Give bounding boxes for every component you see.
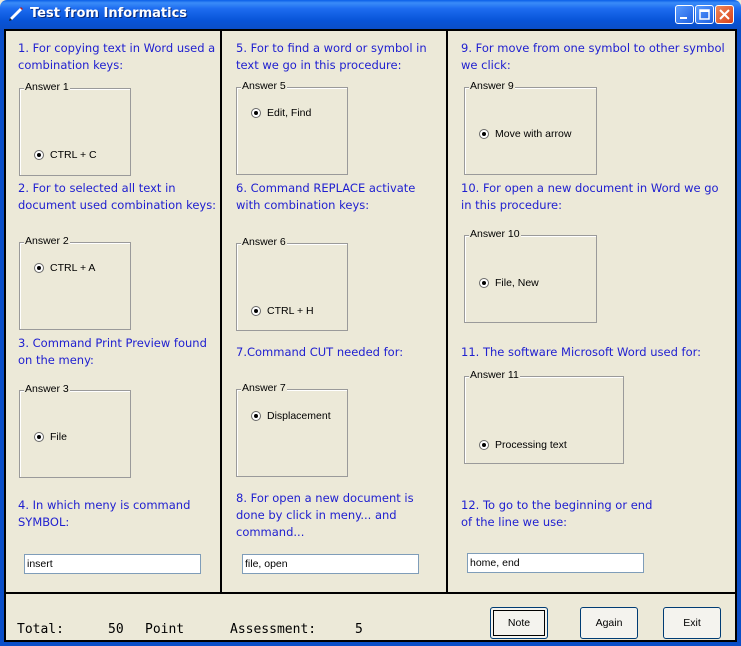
question-4: 4. In which meny is command SYMBOL: [18, 498, 191, 529]
radio-option[interactable]: CTRL + A [34, 262, 95, 274]
answer-input-4[interactable]: insert [24, 554, 201, 574]
radio-label: CTRL + A [50, 262, 96, 274]
radio-option[interactable]: File [34, 431, 67, 443]
radio-label: Move with arrow [495, 128, 572, 140]
point-label: Point [145, 622, 185, 637]
assessment-label: Assessment: [230, 622, 317, 637]
answer-group-2: Answer 2 CTRL + A [19, 235, 131, 330]
question-10: 10. For open a new document in Word we g… [461, 181, 719, 212]
answer-group-7: Answer 7 Displacement [236, 382, 348, 477]
question-3: 3. Command Print Preview found on the me… [18, 336, 207, 367]
radio-option[interactable]: CTRL + C [34, 149, 97, 161]
group-label: Answer 3 [24, 383, 70, 395]
answer-input-8[interactable]: file, open [242, 554, 419, 574]
group-label: Answer 9 [469, 80, 515, 92]
group-label: Answer 7 [241, 382, 287, 394]
question-1: 1. For copying text in Word used a combi… [18, 41, 216, 72]
question-12: 12. To go to the beginning or end of the… [461, 498, 653, 529]
total-value: 50 [108, 622, 124, 637]
radio-option[interactable]: Move with arrow [479, 128, 571, 140]
radio-selected-icon [251, 108, 261, 118]
radio-label: Edit, Find [267, 107, 312, 119]
radio-selected-icon [251, 306, 261, 316]
radio-option[interactable]: Edit, Find [251, 107, 311, 119]
answer-group-3: Answer 3 File [19, 383, 131, 478]
radio-label: CTRL + C [50, 149, 97, 161]
radio-selected-icon [479, 440, 489, 450]
window-title: Test from Informatics [30, 6, 188, 21]
question-9: 9. For move from one symbol to other sym… [461, 41, 725, 72]
answer-input-12[interactable]: home, end [467, 553, 644, 573]
exit-button[interactable]: Exit [663, 607, 721, 639]
app-window: Test from Informatics 1. For copying tex… [0, 0, 741, 646]
group-label: Answer 1 [24, 81, 70, 93]
radio-selected-icon [251, 411, 261, 421]
question-7: 7.Command CUT needed for: [236, 345, 404, 359]
answer-group-5: Answer 5 Edit, Find [236, 80, 348, 175]
question-11: 11. The software Microsoft Word used for… [461, 345, 702, 359]
question-5: 5. For to find a word or symbol in text … [236, 41, 427, 72]
radio-option[interactable]: Processing text [479, 439, 567, 451]
group-label: Answer 11 [469, 369, 520, 381]
app-icon [9, 7, 23, 21]
group-label: Answer 2 [24, 235, 70, 247]
maximize-button[interactable] [695, 5, 714, 24]
minimize-button[interactable] [675, 5, 694, 24]
group-label: Answer 5 [241, 80, 287, 92]
question-8: 8. For open a new document is done by cl… [236, 491, 414, 539]
close-icon [719, 9, 730, 20]
radio-option[interactable]: Displacement [251, 410, 331, 422]
radio-label: Displacement [267, 410, 331, 422]
note-button[interactable]: Note [490, 607, 548, 639]
title-bar[interactable]: Test from Informatics [0, 0, 741, 29]
close-button[interactable] [715, 5, 734, 24]
assessment-value: 5 [355, 622, 363, 637]
radio-selected-icon [34, 150, 44, 160]
radio-label: File, New [495, 277, 539, 289]
radio-selected-icon [34, 432, 44, 442]
radio-label: CTRL + H [267, 305, 314, 317]
total-label: Total: [17, 622, 64, 637]
question-2: 2. For to selected all text in document … [18, 181, 217, 212]
radio-option[interactable]: CTRL + H [251, 305, 314, 317]
radio-selected-icon [34, 263, 44, 273]
maximize-icon [699, 9, 710, 20]
minimize-icon [680, 17, 687, 19]
answer-group-10: Answer 10 File, New [464, 228, 597, 323]
radio-selected-icon [479, 278, 489, 288]
radio-option[interactable]: File, New [479, 277, 539, 289]
group-label: Answer 10 [469, 228, 521, 240]
radio-label: File [50, 431, 67, 443]
answer-group-1: Answer 1 CTRL + C [19, 81, 131, 176]
radio-selected-icon [479, 129, 489, 139]
radio-label: Processing text [495, 439, 567, 451]
again-button[interactable]: Again [580, 607, 638, 639]
answer-group-9: Answer 9 Move with arrow [464, 80, 597, 175]
question-6: 6. Command REPLACE activate with combina… [236, 181, 416, 212]
answer-group-11: Answer 11 Processing text [464, 369, 624, 464]
group-label: Answer 6 [241, 236, 287, 248]
answer-group-6: Answer 6 CTRL + H [236, 236, 348, 331]
